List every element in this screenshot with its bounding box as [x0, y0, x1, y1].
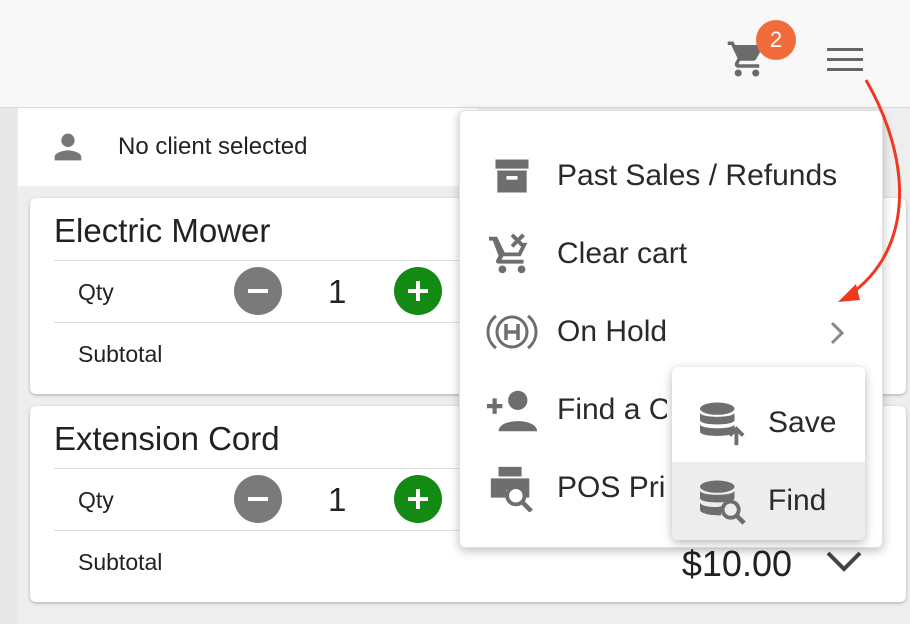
add-person-icon: [486, 390, 538, 432]
menu-item-past-sales[interactable]: Past Sales / Refunds: [460, 137, 882, 215]
item-name: Extension Cord: [54, 420, 280, 457]
hamburger-icon: [827, 48, 863, 71]
chevron-right-icon: [830, 321, 845, 345]
submenu-item-save[interactable]: Save: [672, 384, 865, 462]
item-name: Electric Mower: [54, 212, 271, 249]
qty-value: 1: [328, 481, 347, 518]
increase-qty-button[interactable]: [394, 475, 442, 523]
top-bar: 2: [0, 0, 910, 108]
menu-item-label: Find a Customer: [557, 393, 667, 426]
minus-icon: [248, 497, 268, 501]
menu-item-clear-cart[interactable]: Clear cart: [460, 215, 882, 293]
printer-search-icon: [490, 466, 533, 512]
minus-icon: [248, 289, 268, 293]
hold-icon: [486, 314, 538, 350]
increase-qty-button[interactable]: [394, 267, 442, 315]
qty-label: Qty: [78, 279, 114, 305]
subtotal-label: Subtotal: [78, 549, 163, 575]
cart-button[interactable]: 2: [722, 20, 796, 86]
submenu-item-label: Save: [768, 406, 837, 439]
client-selector[interactable]: No client selected: [18, 108, 478, 186]
plus-icon: [408, 281, 428, 301]
qty-label: Qty: [78, 487, 114, 513]
person-icon: [54, 133, 82, 161]
clear-cart-icon: [489, 233, 528, 274]
decrease-qty-button[interactable]: [234, 267, 282, 315]
menu-item-label: Past Sales / Refunds: [557, 159, 838, 192]
chevron-down-icon[interactable]: [824, 547, 864, 577]
plus-icon: [408, 489, 428, 509]
database-upload-icon: [700, 402, 745, 446]
menu-item-label: On Hold: [557, 315, 668, 348]
decrease-qty-button[interactable]: [234, 475, 282, 523]
hamburger-menu-button[interactable]: [822, 40, 868, 80]
archive-icon: [495, 159, 529, 193]
menu-item-label: Clear cart: [557, 237, 688, 270]
subtotal-label: Subtotal: [78, 341, 163, 367]
submenu-item-find[interactable]: Find: [672, 462, 865, 540]
menu-item-on-hold[interactable]: On Hold: [460, 293, 882, 371]
cart-count-badge: 2: [756, 20, 796, 60]
submenu-item-label: Find: [768, 484, 827, 517]
database-search-icon: [700, 480, 746, 525]
on-hold-submenu: Save Find: [672, 367, 865, 540]
subtotal-value: $10.00: [681, 543, 792, 584]
qty-value: 1: [328, 273, 347, 310]
client-label: No client selected: [118, 133, 308, 160]
menu-item-label: POS Printer: [557, 471, 667, 504]
